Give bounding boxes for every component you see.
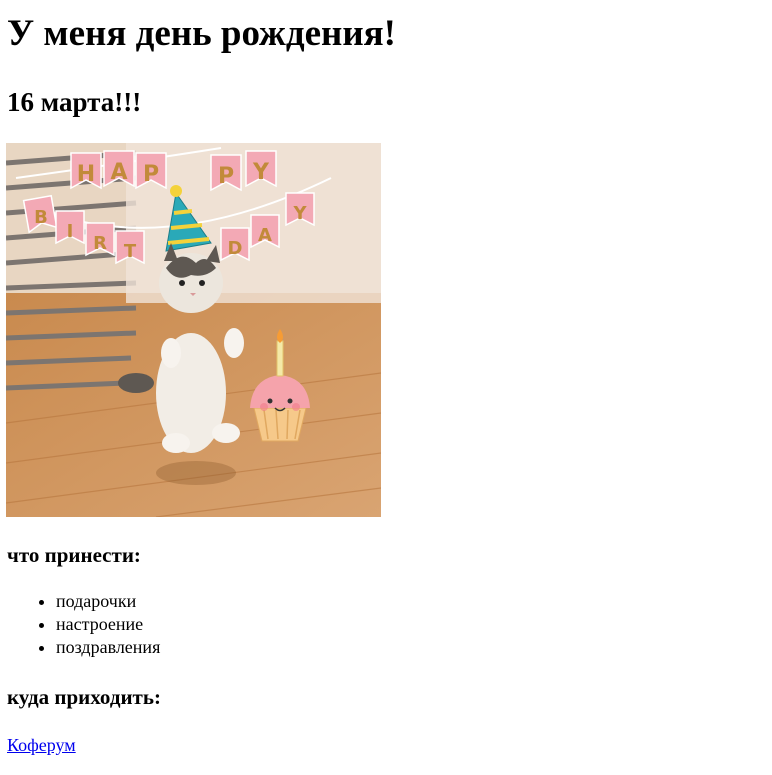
where-heading: куда приходить:	[7, 685, 161, 709]
svg-text:T: T	[124, 241, 137, 262]
date-heading: 16 марта!!!	[7, 87, 142, 117]
svg-text:A: A	[258, 225, 272, 246]
page-title: У меня день рождения!	[7, 13, 396, 54]
svg-text:Y: Y	[292, 203, 307, 224]
list-item: подарочки	[56, 590, 160, 613]
svg-text:A: A	[110, 160, 127, 185]
svg-text:Y: Y	[252, 160, 270, 185]
svg-text:B: B	[34, 207, 48, 228]
svg-text:I: I	[67, 221, 74, 242]
list-item: поздравления	[56, 636, 160, 659]
svg-text:P: P	[143, 162, 159, 187]
bring-list: подарочки настроение поздравления	[16, 590, 160, 659]
svg-text:R: R	[93, 233, 107, 254]
list-item: настроение	[56, 613, 160, 636]
venue-link[interactable]: Коферум	[7, 734, 76, 756]
svg-text:P: P	[218, 164, 234, 189]
bring-heading: что принести:	[7, 543, 141, 567]
birthday-cat-photo: H A P P Y B I R T D A Y	[6, 143, 381, 517]
svg-text:D: D	[228, 238, 243, 259]
svg-text:H: H	[77, 162, 95, 187]
